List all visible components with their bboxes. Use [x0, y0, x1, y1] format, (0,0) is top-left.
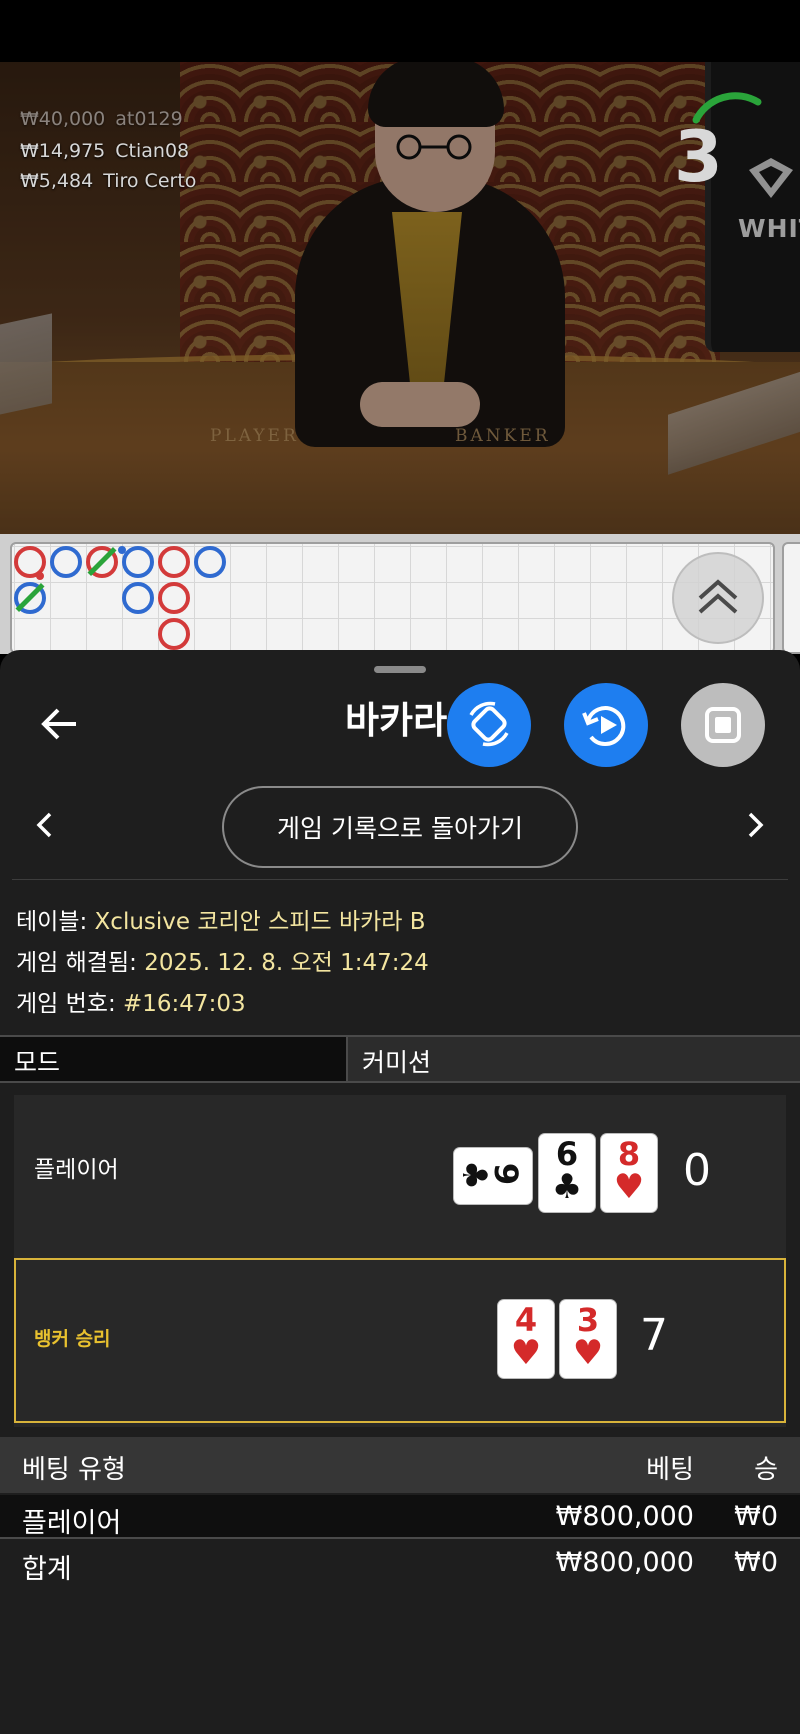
- total-win: ₩0: [734, 1547, 778, 1578]
- back-arrow-icon[interactable]: [36, 700, 84, 748]
- win-amount: ₩0: [734, 1501, 778, 1532]
- video-replay-button[interactable]: [564, 683, 648, 767]
- roadmap-grid: [10, 542, 775, 654]
- playing-card: 4 ♥: [498, 1300, 554, 1378]
- game-history-sheet: 바카라 게임 기록으로 돌아가기 테이블: Xclusive 코리안 스피드 바…: [0, 650, 800, 1734]
- player-score: 0: [683, 1145, 711, 1196]
- live-video-stream: WHITE PLAYER BANKER ₩40,000at0129 ₩14,97…: [0, 62, 800, 534]
- double-chevron-up-icon: [698, 579, 738, 614]
- player-hand-row: 플레이어 9 ♣ 6 ♣ 8 ♥ 0: [14, 1095, 786, 1257]
- round-result: 플레이어 9 ♣ 6 ♣ 8 ♥ 0 뱅커 승리 4 ♥ 3 ♥ 7: [14, 1095, 786, 1427]
- mode-label: 모드: [0, 1037, 348, 1081]
- winner-name: at0129: [115, 108, 183, 130]
- winner-name: Ctian08: [115, 140, 190, 162]
- total-label: 합계: [22, 1554, 72, 1585]
- banker-win-label: 뱅커 승리: [34, 1328, 111, 1350]
- winner-amount: ₩14,975: [20, 140, 106, 162]
- divider: [12, 879, 788, 880]
- total-bet: ₩800,000: [555, 1547, 694, 1578]
- recent-winner: ₩5,484 Tiro Certo: [20, 170, 196, 192]
- bead-player: [122, 546, 154, 578]
- card-suit: ♥: [572, 1333, 604, 1373]
- info-value: Xclusive 코리안 스피드 바카라 B: [94, 909, 426, 935]
- mode-header-row: 모드 커미션: [0, 1035, 800, 1083]
- pair-dot: [36, 572, 44, 580]
- bead-player: [50, 546, 82, 578]
- table-total-row: 합계 ₩800,000 ₩0: [0, 1541, 800, 1585]
- card-suit: ♣: [454, 1159, 494, 1191]
- col-header-bet: 베팅: [646, 1455, 694, 1485]
- bead-player: [194, 546, 226, 578]
- banker-hand-row: 뱅커 승리 4 ♥ 3 ♥ 7: [14, 1258, 786, 1423]
- card-suit: ♥: [510, 1333, 542, 1373]
- col-header-win: 승: [754, 1455, 778, 1485]
- table-row: 플레이어 ₩800,000 ₩0: [0, 1495, 800, 1539]
- info-label: 게임 번호:: [16, 991, 116, 1017]
- rotate-screen-button[interactable]: [447, 683, 531, 767]
- playing-card: 8 ♥: [601, 1134, 657, 1212]
- stop-button[interactable]: [681, 683, 765, 767]
- playing-card: 3 ♥: [560, 1300, 616, 1378]
- recent-winner: ₩40,000 at0129: [20, 108, 183, 130]
- playing-card: 9 ♣: [454, 1148, 532, 1204]
- sheet-grabber[interactable]: [374, 666, 426, 673]
- rotate-icon: [469, 701, 509, 747]
- pair-dot: [118, 546, 126, 554]
- playing-card: 6 ♣: [539, 1134, 595, 1212]
- info-value: 2025. 12. 8. 오전 1:47:24: [144, 950, 429, 976]
- info-game-number: 게임 번호: #16:47:03: [16, 984, 246, 1018]
- recent-winner: ₩14,975 Ctian08: [20, 140, 189, 162]
- collapse-button[interactable]: [672, 552, 764, 644]
- roadmap-side-panel: [782, 542, 800, 654]
- bead-player: [122, 582, 154, 614]
- bead-banker: [158, 618, 190, 650]
- bet-type: 플레이어: [22, 1508, 122, 1539]
- info-resolved: 게임 해결됨: 2025. 12. 8. 오전 1:47:24: [16, 943, 429, 977]
- status-bar: [0, 0, 800, 62]
- winner-amount: ₩40,000: [20, 108, 106, 130]
- back-to-history-button[interactable]: 게임 기록으로 돌아가기: [222, 786, 578, 868]
- chevron-left-icon[interactable]: [30, 810, 60, 840]
- bead-banker: [158, 546, 190, 578]
- info-table: 테이블: Xclusive 코리안 스피드 바카라 B: [16, 902, 426, 936]
- chevron-right-icon[interactable]: [740, 810, 770, 840]
- bets-table-header: 베팅 유형 베팅 승: [0, 1437, 800, 1493]
- stop-icon: [705, 707, 741, 743]
- replay-icon: [582, 706, 626, 747]
- bead-banker: [158, 582, 190, 614]
- countdown-timer: 3: [674, 116, 723, 198]
- info-value: #16:47:03: [123, 991, 246, 1017]
- winner-amount: ₩5,484: [20, 170, 94, 192]
- info-label: 게임 해결됨:: [16, 950, 137, 976]
- card-suit: ♥: [613, 1167, 645, 1207]
- card-suit: ♣: [551, 1167, 583, 1207]
- info-label: 테이블:: [16, 909, 88, 935]
- winner-name: Tiro Certo: [103, 170, 197, 192]
- page-title: 바카라: [345, 699, 448, 742]
- col-header-bet-type: 베팅 유형: [22, 1455, 126, 1485]
- banker-score: 7: [640, 1310, 668, 1361]
- commission-label: 커미션: [362, 1048, 432, 1077]
- bet-amount: ₩800,000: [555, 1501, 694, 1532]
- player-label: 플레이어: [34, 1157, 119, 1183]
